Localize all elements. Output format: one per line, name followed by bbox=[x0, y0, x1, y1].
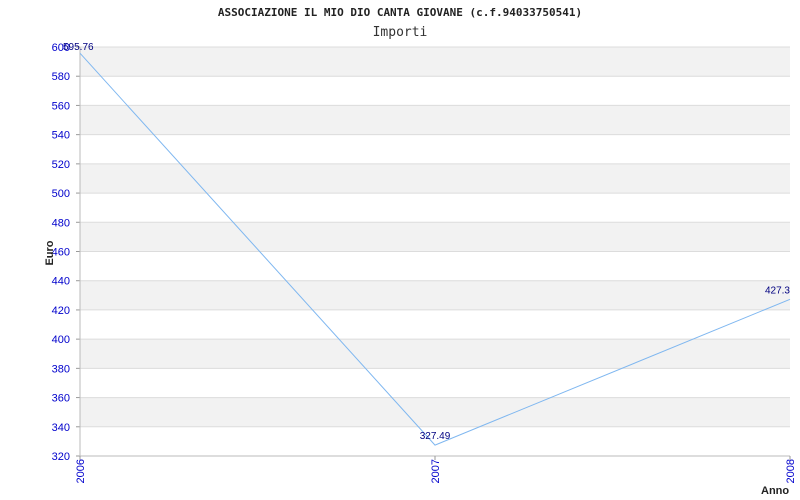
grid-band bbox=[80, 280, 790, 310]
x-tick-label: 2008 bbox=[785, 459, 797, 483]
grid-bands bbox=[80, 47, 790, 427]
y-tick-label: 440 bbox=[52, 276, 70, 288]
y-tick-label: 360 bbox=[52, 393, 70, 405]
data-label: 427.3 bbox=[765, 285, 790, 296]
y-axis-label: Euro bbox=[44, 240, 56, 265]
y-tick-label: 420 bbox=[52, 305, 70, 317]
grid-band bbox=[80, 105, 790, 135]
y-tick-label: 380 bbox=[52, 363, 70, 375]
x-axis-label: Anno bbox=[761, 485, 789, 497]
y-tick-label: 560 bbox=[52, 100, 70, 112]
data-label: 595.76 bbox=[63, 42, 94, 53]
x-tick-label: 2006 bbox=[75, 459, 87, 483]
y-tick-label: 320 bbox=[52, 451, 70, 463]
y-tick-label: 340 bbox=[52, 422, 70, 434]
y-tick-label: 580 bbox=[52, 71, 70, 83]
line-chart: 3203403603804004204404604805005205405605… bbox=[44, 42, 797, 497]
x-axis-ticks: 2006 2007 2008 bbox=[75, 456, 797, 483]
data-label: 327.49 bbox=[420, 431, 451, 442]
grid-band bbox=[80, 222, 790, 252]
y-tick-label: 400 bbox=[52, 334, 70, 346]
x-tick-label: 2007 bbox=[430, 459, 442, 483]
y-tick-label: 520 bbox=[52, 159, 70, 171]
grid-band bbox=[80, 163, 790, 194]
y-tick-label: 480 bbox=[52, 217, 70, 229]
grid-band bbox=[80, 397, 790, 427]
y-tick-label: 500 bbox=[52, 188, 70, 200]
grid-band bbox=[80, 47, 790, 77]
y-tick-label: 540 bbox=[52, 130, 70, 142]
